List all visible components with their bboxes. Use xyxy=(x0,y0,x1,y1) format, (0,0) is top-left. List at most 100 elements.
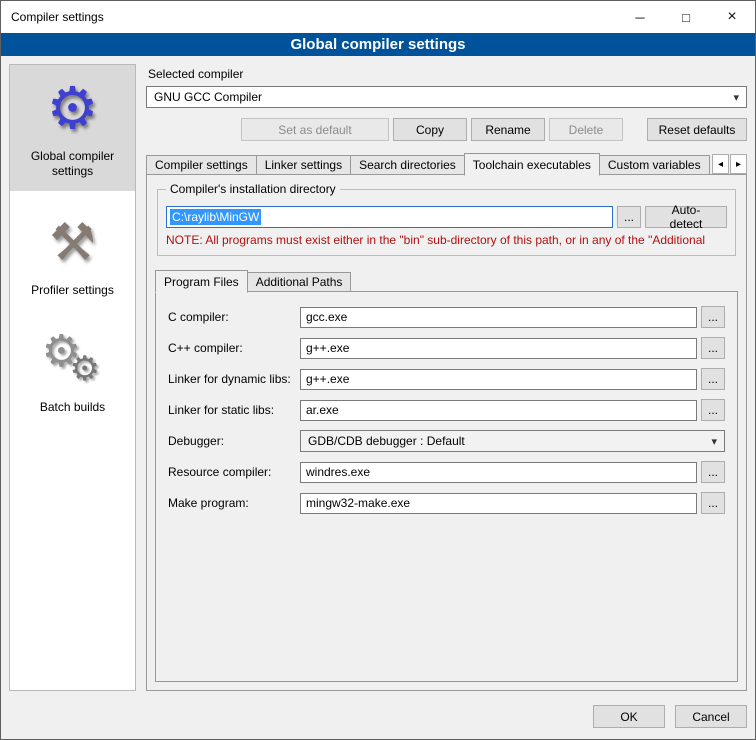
static-linker-browse-button[interactable]: ... xyxy=(701,399,725,421)
compiler-settings-window: Compiler settings ─ □ × Global compiler … xyxy=(0,0,756,740)
dialog-footer: OK Cancel xyxy=(1,699,755,739)
installation-directory-input[interactable]: C:\raylib\MinGW xyxy=(166,206,613,228)
rename-button[interactable]: Rename xyxy=(471,118,545,141)
tab-program-files[interactable]: Program Files xyxy=(155,270,248,293)
form-row: Resource compiler: ... xyxy=(168,461,725,483)
field-control: ... xyxy=(300,399,725,421)
settings-tabbar: Compiler settings Linker settings Search… xyxy=(146,153,747,175)
resource-compiler-input[interactable] xyxy=(300,462,697,483)
resource-compiler-browse-button[interactable]: ... xyxy=(701,461,725,483)
dialog-body: ⚙ Global compiler settings ⚒ Profiler se… xyxy=(1,56,755,699)
tab-scroll-left-button[interactable]: ◂ xyxy=(712,154,729,174)
sidebar-item-label: Global compiler settings xyxy=(18,149,128,179)
delete-button[interactable]: Delete xyxy=(549,118,623,141)
arrow-left-icon: ◂ xyxy=(718,159,723,170)
field-control: ... xyxy=(300,492,725,514)
sidebar-item-global-compiler-settings[interactable]: ⚙ Global compiler settings xyxy=(10,65,135,191)
dynamic-linker-label: Linker for dynamic libs: xyxy=(168,372,300,386)
cpp-compiler-input[interactable] xyxy=(300,338,697,359)
main-area: Selected compiler GNU GCC Compiler ▾ Set… xyxy=(146,64,747,691)
reset-defaults-button[interactable]: Reset defaults xyxy=(647,118,747,141)
programs-tabbar: Program Files Additional Paths xyxy=(155,270,738,292)
cpp-compiler-browse-button[interactable]: ... xyxy=(701,337,725,359)
cpp-compiler-label: C++ compiler: xyxy=(168,341,300,355)
sidebar-item-batch-builds[interactable]: ⚙ ⚙ Batch builds xyxy=(10,318,135,427)
minimize-icon: ─ xyxy=(635,10,644,25)
gear-icon: ⚙ xyxy=(47,80,99,138)
category-sidebar: ⚙ Global compiler settings ⚒ Profiler se… xyxy=(9,64,136,691)
tab-search-directories[interactable]: Search directories xyxy=(350,155,465,175)
dialog-header-title: Global compiler settings xyxy=(290,36,465,53)
programs-subsection: Program Files Additional Paths C compile… xyxy=(155,270,738,682)
form-row: Linker for dynamic libs: ... xyxy=(168,368,725,390)
browse-directory-button[interactable]: ... xyxy=(617,206,641,228)
c-compiler-input[interactable] xyxy=(300,307,697,328)
compiler-select-value: GNU GCC Compiler xyxy=(154,90,727,104)
icon-box: ⚒ xyxy=(14,211,131,275)
close-icon: × xyxy=(727,8,736,26)
maximize-icon: □ xyxy=(682,10,690,25)
tab-toolchain-executables[interactable]: Toolchain executables xyxy=(464,153,600,176)
compiler-select[interactable]: GNU GCC Compiler ▾ xyxy=(146,86,747,108)
cancel-button[interactable]: Cancel xyxy=(675,705,747,728)
set-as-default-button[interactable]: Set as default xyxy=(241,118,389,141)
form-row: Linker for static libs: ... xyxy=(168,399,725,421)
field-control: ... xyxy=(300,337,725,359)
c-compiler-browse-button[interactable]: ... xyxy=(701,306,725,328)
compiler-actions: Set as default Copy Rename Delete Reset … xyxy=(146,118,747,141)
ok-button[interactable]: OK xyxy=(593,705,665,728)
tab-additional-paths[interactable]: Additional Paths xyxy=(247,272,352,292)
form-row: Debugger: GDB/CDB debugger : Default ▾ xyxy=(168,430,725,452)
c-compiler-label: C compiler: xyxy=(168,310,300,324)
copy-button[interactable]: Copy xyxy=(393,118,467,141)
caption-buttons: ─ □ × xyxy=(617,1,755,33)
tab-linker-settings[interactable]: Linker settings xyxy=(256,155,351,175)
toolchain-executables-panel: Compiler's installation directory C:\ray… xyxy=(146,174,747,691)
sidebar-item-profiler-settings[interactable]: ⚒ Profiler settings xyxy=(10,199,135,310)
titlebar[interactable]: Compiler settings ─ □ × xyxy=(1,1,755,33)
hammer-icon: ⚒ xyxy=(49,217,96,269)
tab-compiler-settings[interactable]: Compiler settings xyxy=(146,155,257,175)
resource-compiler-label: Resource compiler: xyxy=(168,465,300,479)
debugger-label: Debugger: xyxy=(168,434,300,448)
field-control: ... xyxy=(300,461,725,483)
gears-icon-small: ⚙ xyxy=(70,352,100,386)
installation-directory-group: Compiler's installation directory C:\ray… xyxy=(157,189,736,256)
field-control: ... xyxy=(300,306,725,328)
window-title: Compiler settings xyxy=(1,10,617,24)
installation-directory-row: C:\raylib\MinGW ... Auto-detect xyxy=(166,206,727,228)
tab-scroll-controls: ◂ ▸ xyxy=(710,154,747,174)
icon-box: ⚙ xyxy=(14,77,131,141)
static-linker-input[interactable] xyxy=(300,400,697,421)
make-program-label: Make program: xyxy=(168,496,300,510)
selected-compiler-label: Selected compiler xyxy=(148,67,747,81)
installation-directory-group-title: Compiler's installation directory xyxy=(166,182,340,196)
make-program-browse-button[interactable]: ... xyxy=(701,492,725,514)
icon-box: ⚙ ⚙ xyxy=(38,330,108,392)
arrow-right-icon: ▸ xyxy=(736,159,741,170)
form-row: Make program: ... xyxy=(168,492,725,514)
form-row: C compiler: ... xyxy=(168,306,725,328)
sidebar-item-label: Batch builds xyxy=(18,400,128,415)
dynamic-linker-input[interactable] xyxy=(300,369,697,390)
tab-scroll-right-button[interactable]: ▸ xyxy=(730,154,747,174)
form-row: C++ compiler: ... xyxy=(168,337,725,359)
make-program-input[interactable] xyxy=(300,493,697,514)
debugger-select[interactable]: GDB/CDB debugger : Default ▾ xyxy=(300,430,725,452)
static-linker-label: Linker for static libs: xyxy=(168,403,300,417)
note-text: NOTE: All programs must exist either in … xyxy=(166,233,727,247)
debugger-select-value: GDB/CDB debugger : Default xyxy=(308,434,705,448)
sidebar-item-label: Profiler settings xyxy=(18,283,128,298)
auto-detect-button[interactable]: Auto-detect xyxy=(645,206,727,228)
field-control: GDB/CDB debugger : Default ▾ xyxy=(300,430,725,452)
dynamic-linker-browse-button[interactable]: ... xyxy=(701,368,725,390)
chevron-down-icon: ▾ xyxy=(733,91,739,104)
program-files-panel: C compiler: ... C++ compiler: ... xyxy=(155,291,738,682)
maximize-button[interactable]: □ xyxy=(663,1,709,33)
minimize-button[interactable]: ─ xyxy=(617,1,663,33)
field-control: ... xyxy=(300,368,725,390)
installation-directory-value: C:\raylib\MinGW xyxy=(170,209,261,225)
tab-custom-variables[interactable]: Custom variables xyxy=(599,155,710,175)
dialog-header: Global compiler settings xyxy=(1,33,755,56)
close-button[interactable]: × xyxy=(709,1,755,33)
